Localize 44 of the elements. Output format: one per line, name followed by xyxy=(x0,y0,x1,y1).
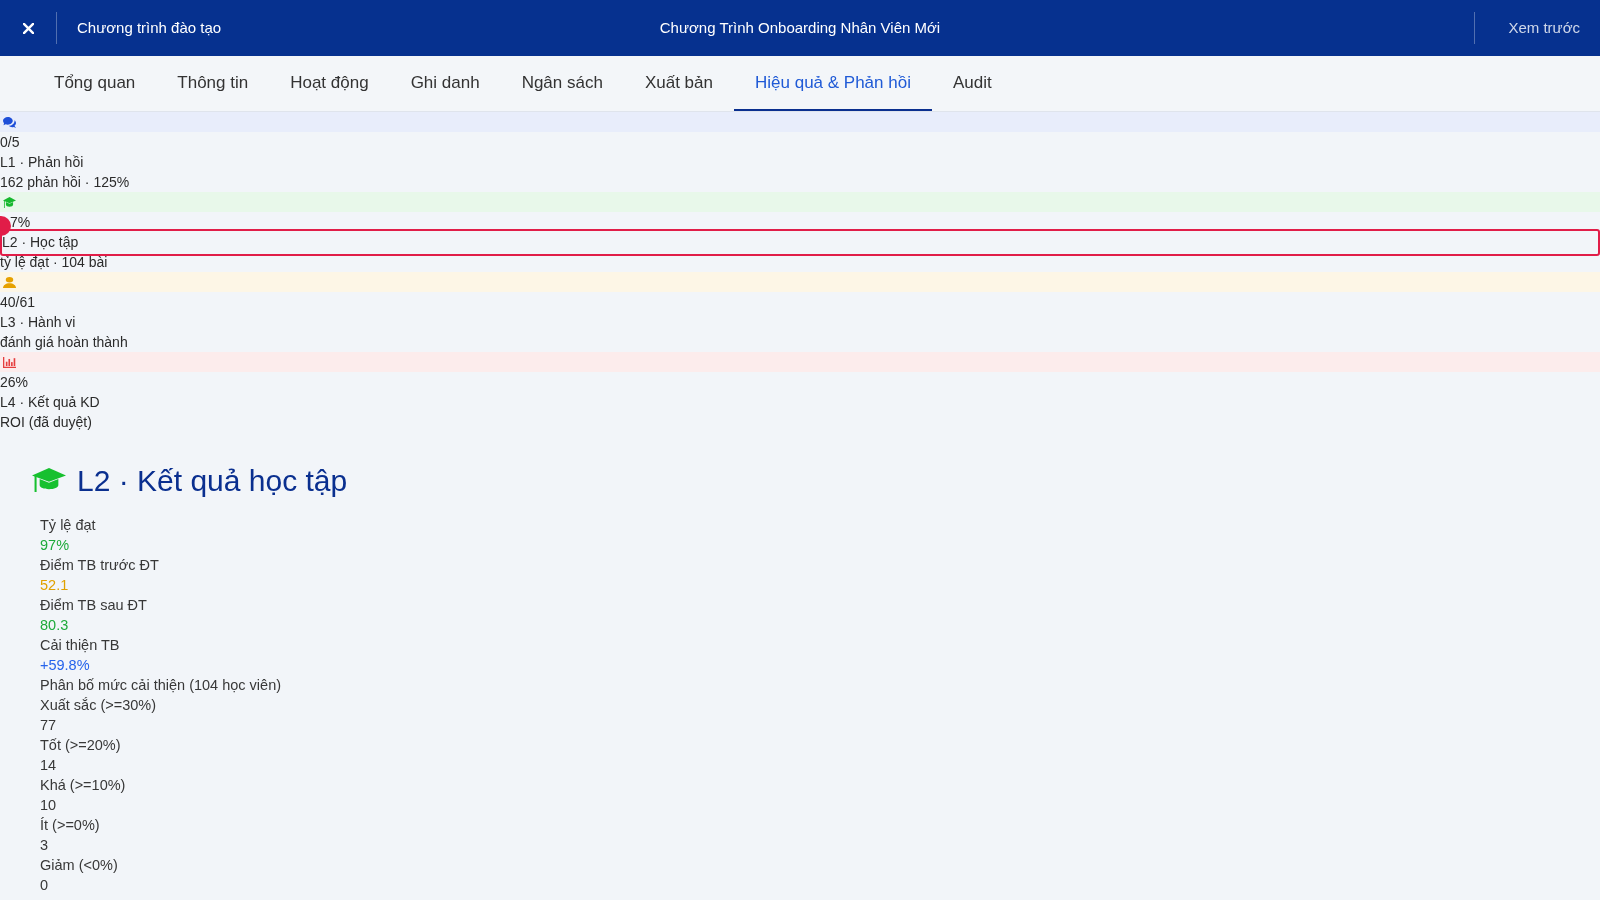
distribution-label: Xuất sắc (>=30%) xyxy=(40,697,157,713)
stat-label: Điểm TB trước ĐT xyxy=(40,557,159,573)
distribution-title: Phân bố mức cải thiện (104 học viên) xyxy=(40,677,282,693)
level-value: 26% xyxy=(0,374,29,390)
graduation-cap-icon xyxy=(32,468,66,492)
breadcrumb-link[interactable]: Chương trình đào tạo xyxy=(77,16,222,40)
distribution-label: Khá (>=10%) xyxy=(40,777,126,793)
level-label[interactable]: L2 · Học tập xyxy=(2,235,79,250)
level-label[interactable]: L1 · Phản hồi xyxy=(0,154,84,170)
stat-label: Điểm TB sau ĐT xyxy=(40,597,147,613)
close-icon xyxy=(22,22,34,34)
level-label[interactable]: L3 · Hành vi xyxy=(0,314,76,330)
level-caption: ROI (đã duyệt) xyxy=(0,414,92,430)
tab[interactable]: Ghi danh xyxy=(389,56,501,111)
level-value: 7% xyxy=(10,214,31,230)
tab[interactable]: Ngân sách xyxy=(500,56,624,111)
distribution-count: 10 xyxy=(40,797,57,813)
distribution-label: Giảm (<0%) xyxy=(40,857,118,873)
preview-link[interactable]: Xem trước xyxy=(1508,16,1580,40)
distribution-count: 14 xyxy=(40,757,57,773)
distribution-count: 0 xyxy=(40,877,49,893)
tab[interactable]: Thông tin xyxy=(156,56,270,111)
stat-label: Tỷ lệ đạt xyxy=(40,517,96,533)
distribution-label: Ít (>=0%) xyxy=(40,817,100,833)
level-label[interactable]: L4 · Kết quả KD xyxy=(0,394,100,410)
stat-value: +59.8% xyxy=(40,657,90,673)
tab[interactable]: Tổng quan xyxy=(33,56,157,111)
stat-value: 97% xyxy=(40,537,70,553)
tab[interactable]: Audit xyxy=(931,56,1013,111)
tab[interactable]: Hoạt động xyxy=(269,56,390,111)
distribution-count: 3 xyxy=(40,837,49,853)
section-heading: L2 · Kết quả học tập xyxy=(77,462,348,498)
level-value: 0/5 xyxy=(0,134,20,150)
level-value: 40/61 xyxy=(0,294,36,310)
level-caption: tỷ lệ đạt · 104 bài xyxy=(0,254,108,270)
distribution-label: Tốt (>=20%) xyxy=(40,737,121,753)
stat-value: 80.3 xyxy=(40,617,69,633)
level-caption: 162 phản hồi · 125% xyxy=(0,174,130,190)
page-title: Chương Trình Onboarding Nhân Viên Mới xyxy=(659,17,941,38)
tab[interactable]: Xuất bản xyxy=(623,56,734,111)
level-caption: đánh giá hoàn thành xyxy=(0,334,128,350)
stat-label: Cải thiện TB xyxy=(40,637,120,653)
distribution-count: 77 xyxy=(40,717,57,733)
stat-value: 52.1 xyxy=(40,577,69,593)
